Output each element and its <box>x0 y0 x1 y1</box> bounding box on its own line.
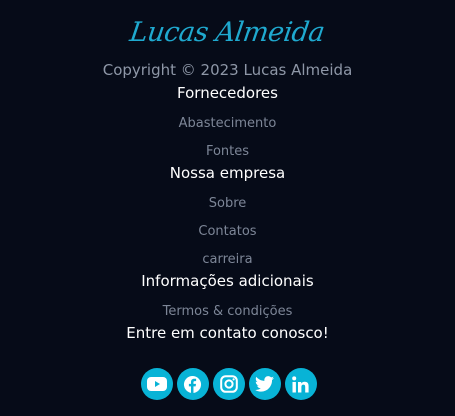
section-heading-nossa-empresa: Nossa empresa <box>169 164 286 182</box>
brand-logo[interactable]: Lucas Almeida <box>0 10 455 54</box>
copyright-text: Copyright © 2023 Lucas Almeida <box>102 61 353 79</box>
footer-link-abastecimento[interactable]: Abastecimento <box>0 116 455 131</box>
social-links <box>0 368 455 402</box>
footer-link-sobre[interactable]: Sobre <box>0 196 455 211</box>
linkedin-button[interactable] <box>284 368 317 400</box>
twitter-icon <box>255 376 274 392</box>
facebook-icon <box>183 375 202 394</box>
facebook-button[interactable] <box>176 368 209 400</box>
instagram-icon <box>219 375 238 393</box>
youtube-icon <box>146 377 167 391</box>
section-heading-fornecedores: Fornecedores <box>177 84 278 102</box>
instagram-button[interactable] <box>212 368 245 400</box>
footer-link-carreira[interactable]: carreira <box>0 252 455 267</box>
footer-link-contatos[interactable]: Contatos <box>0 224 455 239</box>
site-footer: Lucas Almeida Copyright © 2023 Lucas Alm… <box>0 0 455 416</box>
youtube-button[interactable] <box>140 368 173 400</box>
twitter-button[interactable] <box>248 368 281 400</box>
brand-logo-text: Lucas Almeida <box>128 16 327 48</box>
linkedin-icon <box>292 375 309 393</box>
section-heading-informacoes: Informações adicionais <box>141 272 314 290</box>
contact-heading: Entre em contato conosco! <box>126 324 329 342</box>
footer-link-termos[interactable]: Termos & condições <box>0 304 455 319</box>
footer-link-fontes[interactable]: Fontes <box>0 144 455 159</box>
